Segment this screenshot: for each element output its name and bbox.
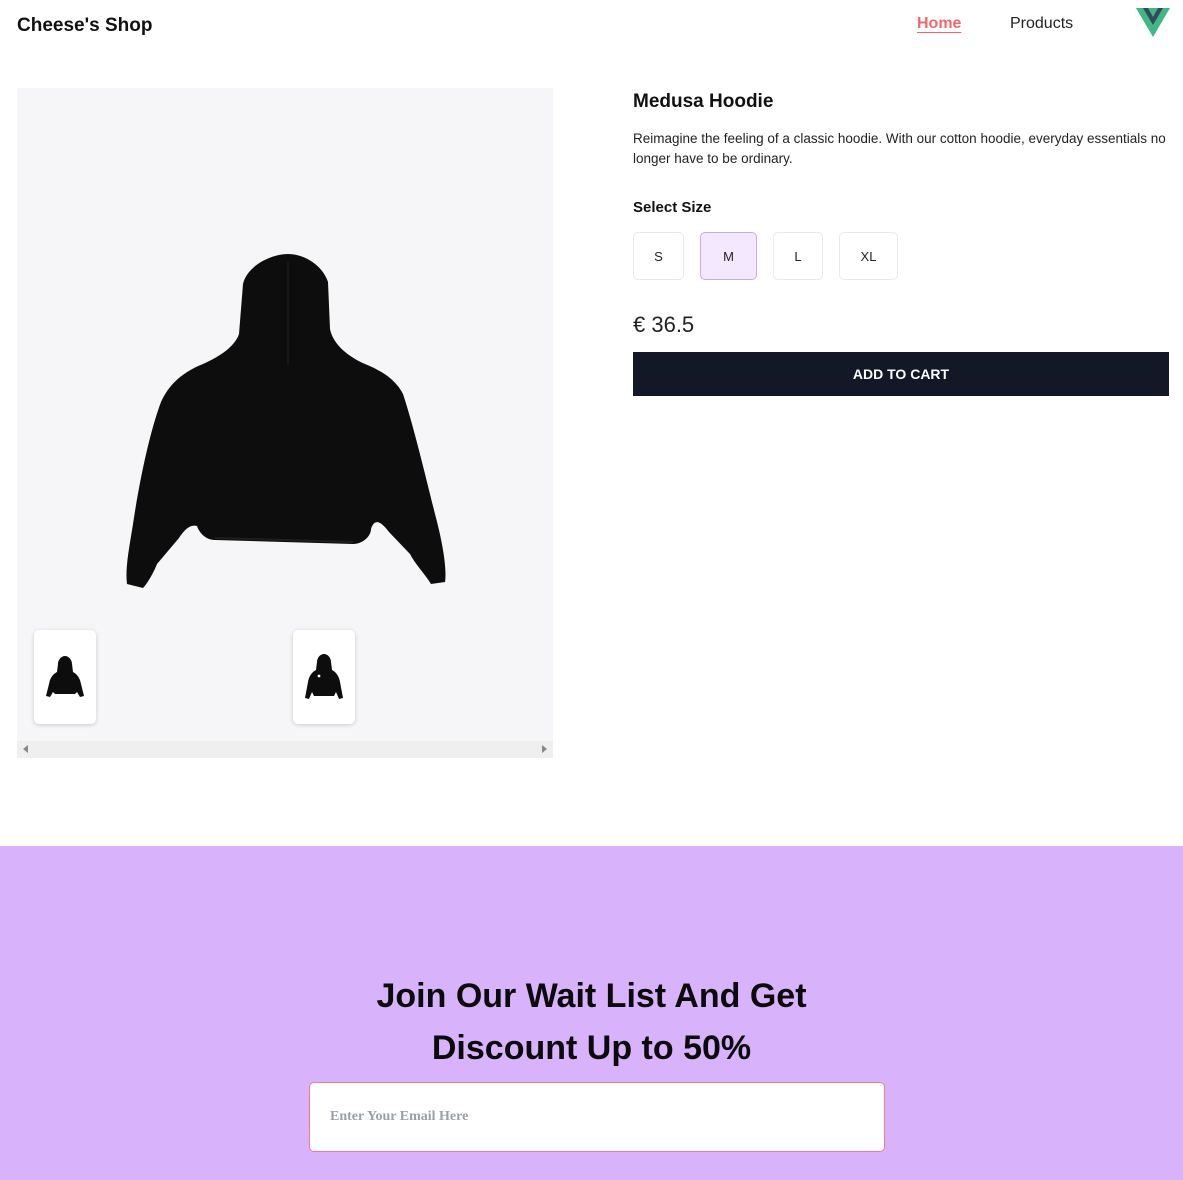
size-label: Select Size <box>633 199 712 216</box>
scroll-right-icon[interactable] <box>539 744 549 754</box>
hoodie-back-thumbnail-icon <box>46 656 84 697</box>
nav-link-products[interactable]: Products <box>1010 15 1073 33</box>
hoodie-front-thumbnail-icon <box>305 654 343 699</box>
waitlist-section: Join Our Wait List And Get Discount Up t… <box>0 846 1183 1180</box>
product-gallery <box>17 88 553 758</box>
product-title: Medusa Hoodie <box>633 91 774 112</box>
product-description: Reimagine the feeling of a classic hoodi… <box>633 131 1166 166</box>
nav-link-home[interactable]: Home <box>917 15 961 33</box>
thumbnail-front[interactable] <box>293 630 355 724</box>
size-button-l[interactable]: L <box>773 232 823 280</box>
add-to-cart-button[interactable]: ADD TO CART <box>633 352 1169 396</box>
vue-logo-icon[interactable] <box>1136 8 1170 37</box>
site-header: Cheese's Shop Home Products <box>0 0 1183 56</box>
gallery-scrollbar[interactable] <box>17 741 553 758</box>
size-button-xl[interactable]: XL <box>839 232 898 280</box>
waitlist-heading-line2: Discount Up to 50% <box>431 1029 752 1067</box>
scroll-left-icon[interactable] <box>21 744 31 754</box>
size-button-m[interactable]: M <box>700 232 757 280</box>
thumbnail-back[interactable] <box>34 630 96 724</box>
product-price: € 36.5 <box>633 312 695 337</box>
brand-name[interactable]: Cheese's Shop <box>17 15 152 37</box>
size-button-s[interactable]: S <box>633 232 684 280</box>
email-input[interactable] <box>309 1082 885 1152</box>
hoodie-main-image <box>126 254 446 588</box>
waitlist-heading-line1: Join Our Wait List And Get <box>376 977 807 1015</box>
